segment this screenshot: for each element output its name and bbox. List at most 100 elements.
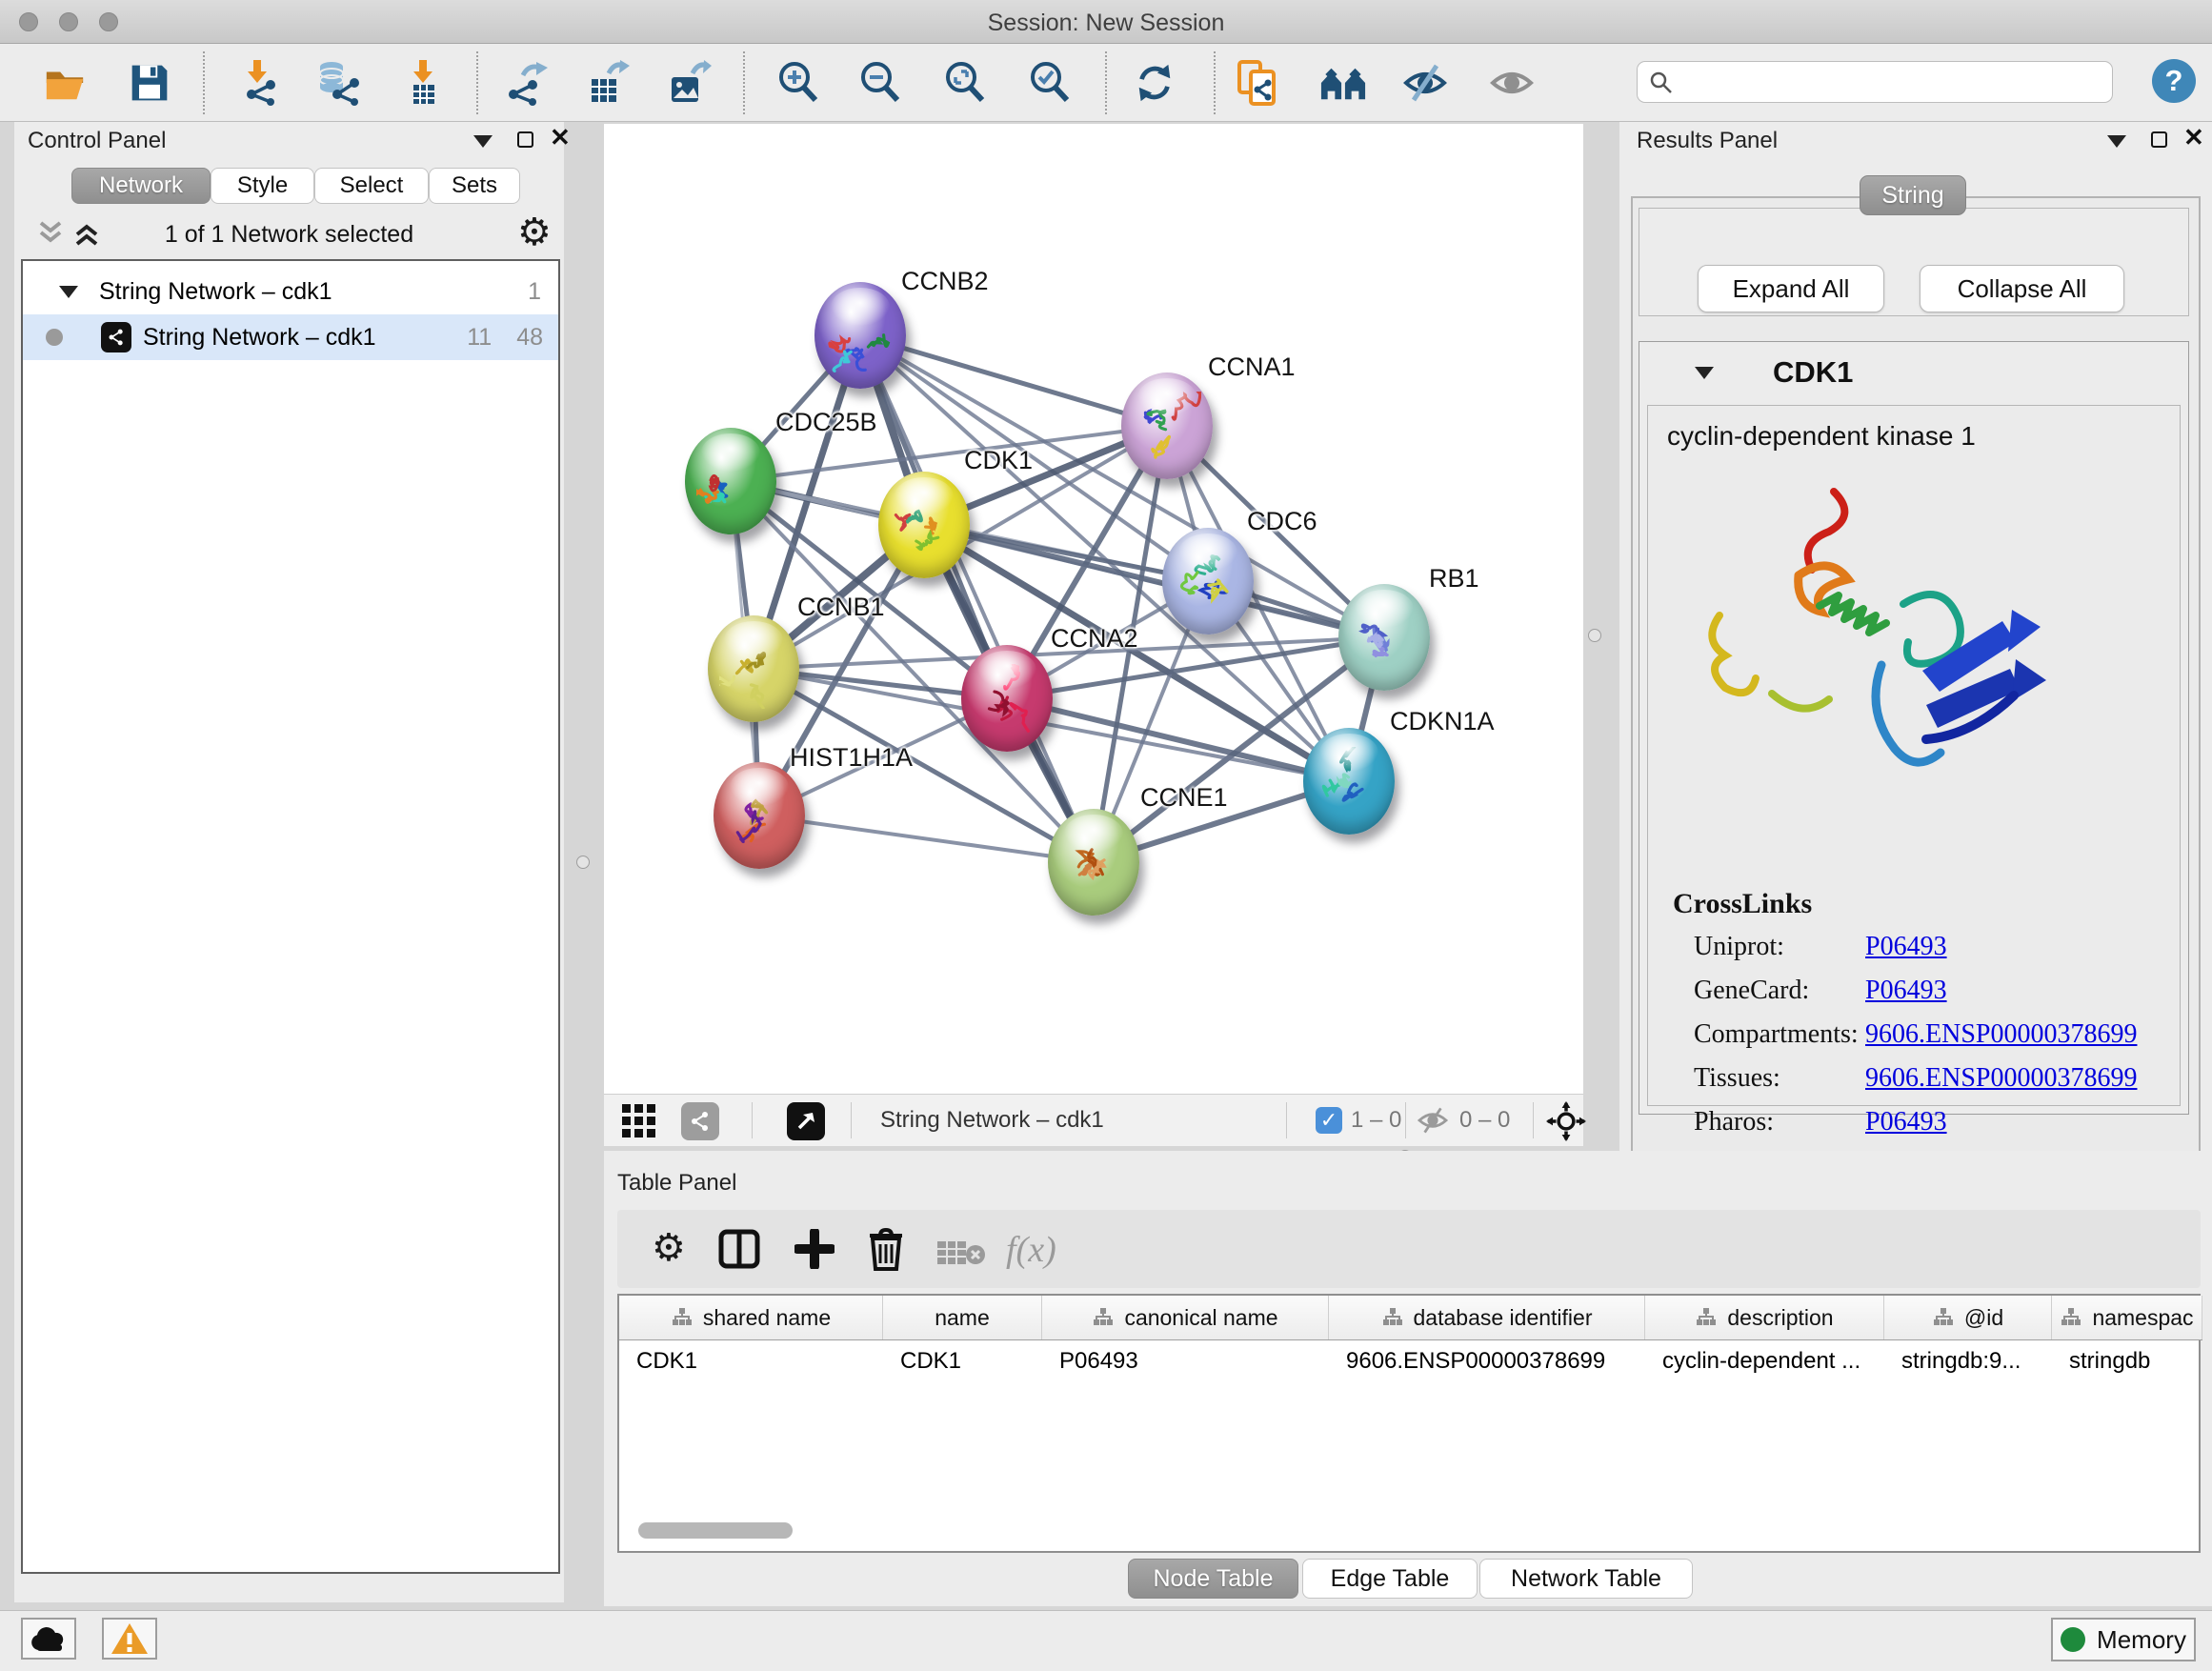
delete-column-trash-icon[interactable]: [867, 1227, 905, 1276]
function-builder-icon[interactable]: f(x): [1006, 1229, 1056, 1271]
selected-checkbox-icon[interactable]: ✓: [1316, 1107, 1342, 1134]
column-header-canonical-name[interactable]: canonical name: [1042, 1296, 1329, 1339]
column-header-database-identifier[interactable]: database identifier: [1329, 1296, 1645, 1339]
control-panel-close-icon[interactable]: ✕: [550, 130, 571, 146]
collection-expander-icon[interactable]: [59, 286, 78, 298]
table-cell[interactable]: 9606.ENSP00000378699: [1329, 1339, 1645, 1381]
column-header-shared-name[interactable]: shared name: [619, 1296, 883, 1339]
help-button[interactable]: ?: [2152, 59, 2196, 103]
import-network-from-database-button[interactable]: [313, 57, 365, 109]
zoom-out-button[interactable]: [855, 57, 906, 109]
zoom-fit-button[interactable]: [939, 57, 991, 109]
control-panel-collapse-icon[interactable]: [473, 135, 493, 148]
first-neighbors-button[interactable]: [1317, 57, 1369, 109]
expand-all-button[interactable]: Expand All: [1698, 265, 1884, 312]
tab-network[interactable]: Network: [71, 168, 211, 204]
tab-network-table[interactable]: Network Table: [1479, 1559, 1693, 1599]
network-node-ccnb2[interactable]: [814, 282, 906, 389]
network-options-gear-icon[interactable]: ⚙: [517, 213, 552, 252]
add-column-icon[interactable]: [794, 1229, 835, 1274]
zoom-out-icon: [857, 60, 903, 106]
network-collection-row[interactable]: String Network – cdk1 1: [23, 269, 558, 314]
zoom-selected-icon: [1027, 60, 1073, 106]
column-header--id[interactable]: @id: [1884, 1296, 2052, 1339]
export-image-button[interactable]: [663, 57, 714, 109]
delete-table-icon[interactable]: [935, 1238, 985, 1272]
network-node-cdkn1a[interactable]: [1303, 728, 1395, 835]
right-splitter-handle[interactable]: [1588, 629, 1601, 642]
table-cell[interactable]: stringdb:9...: [1884, 1339, 2052, 1381]
network-node-rb1[interactable]: [1338, 584, 1430, 691]
column-header-namespac[interactable]: namespac: [2052, 1296, 2202, 1339]
column-header-label: database identifier: [1414, 1305, 1593, 1331]
table-horizontal-scrollbar[interactable]: [638, 1522, 793, 1539]
column-header-name[interactable]: name: [883, 1296, 1042, 1339]
crosslink-link[interactable]: 9606.ENSP00000378699: [1865, 1063, 2137, 1094]
tab-string[interactable]: String: [1860, 175, 1966, 215]
network-node-cdc6[interactable]: [1162, 528, 1254, 634]
crosslink-link[interactable]: 9606.ENSP00000378699: [1865, 1019, 2137, 1050]
memory-button[interactable]: Memory: [2051, 1618, 2196, 1661]
crosslink-link[interactable]: P06493: [1865, 1107, 1947, 1137]
new-network-from-selection-button[interactable]: [1233, 57, 1284, 109]
search-icon: [1649, 70, 1674, 95]
table-cell[interactable]: CDK1: [883, 1339, 1042, 1381]
column-header-description[interactable]: description: [1645, 1296, 1884, 1339]
table-cell[interactable]: P06493: [1042, 1339, 1329, 1381]
network-canvas[interactable]: CCNB2CCNA1CDC25BCDK1CDC6RB1CCNB1CCNA2CDK…: [604, 124, 1583, 1094]
node-table[interactable]: shared namenamecanonical name database id…: [617, 1294, 2201, 1553]
search-input[interactable]: [1681, 62, 2106, 102]
network-node-hist1h1a[interactable]: [714, 762, 805, 869]
table-cell[interactable]: cyclin-dependent ...: [1645, 1339, 1884, 1381]
table-cell[interactable]: CDK1: [619, 1339, 883, 1381]
export-table-button[interactable]: [581, 57, 633, 109]
column-type-network-icon: [1695, 1306, 1718, 1329]
import-network-from-file-button[interactable]: [231, 57, 283, 109]
toolbar-search: [1637, 61, 2113, 103]
show-all-button[interactable]: [1486, 57, 1538, 109]
network-view-icon[interactable]: [681, 1102, 719, 1140]
control-panel-float-icon[interactable]: [517, 131, 533, 148]
tab-edge-table[interactable]: Edge Table: [1302, 1559, 1478, 1599]
network-node-ccna1[interactable]: [1121, 372, 1213, 479]
network-row[interactable]: String Network – cdk1 11 48: [23, 314, 558, 360]
open-folder-icon: [43, 61, 87, 105]
import-table-from-file-button[interactable]: [397, 57, 449, 109]
tab-sets[interactable]: Sets: [429, 168, 520, 204]
crosslink-link[interactable]: P06493: [1865, 976, 1947, 1006]
crosslink-link[interactable]: P06493: [1865, 932, 1947, 962]
table-columns-icon[interactable]: [718, 1229, 760, 1274]
network-node-ccne1[interactable]: [1048, 809, 1139, 916]
export-network-button[interactable]: [499, 57, 551, 109]
toolbar-separator: [476, 51, 478, 114]
refresh-button[interactable]: [1129, 57, 1180, 109]
left-splitter-handle[interactable]: [576, 856, 590, 869]
warnings-button[interactable]: [102, 1618, 157, 1660]
tab-node-table[interactable]: Node Table: [1128, 1559, 1298, 1599]
protein-section-expander-icon[interactable]: [1695, 367, 1714, 379]
table-options-gear-icon[interactable]: ⚙: [652, 1229, 686, 1267]
grid-view-icon[interactable]: [620, 1102, 658, 1147]
node-label-rb1: RB1: [1429, 564, 1479, 594]
network-node-cdk1[interactable]: [878, 472, 970, 578]
results-panel-float-icon[interactable]: [2151, 131, 2167, 148]
hide-selection-button[interactable]: [1399, 57, 1451, 109]
tab-style[interactable]: Style: [211, 168, 314, 204]
protein-section: CDK1 cyclin-dependent kinase 1 CrossLink…: [1639, 341, 2189, 1115]
results-panel-close-icon[interactable]: ✕: [2183, 130, 2204, 146]
cloud-status-button[interactable]: [21, 1618, 76, 1660]
collapse-all-button[interactable]: Collapse All: [1920, 265, 2124, 312]
zoom-selected-button[interactable]: [1024, 57, 1076, 109]
network-node-cdc25b[interactable]: [685, 428, 776, 534]
network-node-ccnb1[interactable]: [708, 615, 799, 722]
save-session-button[interactable]: [124, 57, 175, 109]
open-session-button[interactable]: [39, 57, 90, 109]
zoom-in-button[interactable]: [773, 57, 824, 109]
birdseye-view-icon[interactable]: [787, 1102, 825, 1140]
results-panel-collapse-icon[interactable]: [2107, 135, 2126, 148]
network-node-ccna2[interactable]: [961, 645, 1053, 752]
tab-select[interactable]: Select: [314, 168, 429, 204]
table-cell[interactable]: stringdb: [2052, 1339, 2202, 1381]
fit-crosshair-icon[interactable]: [1546, 1101, 1586, 1148]
hidden-eye-icon[interactable]: [1416, 1107, 1450, 1140]
